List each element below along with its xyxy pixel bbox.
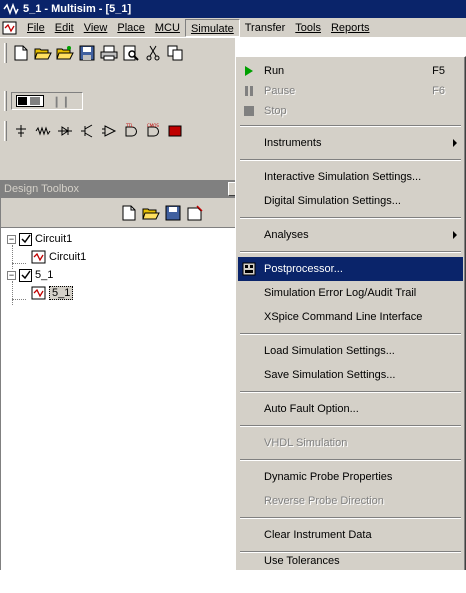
menu-file[interactable]: File — [22, 19, 50, 37]
open-icon[interactable] — [33, 43, 53, 63]
menu-separator — [240, 425, 461, 427]
basic-icon[interactable] — [33, 121, 53, 141]
svg-text:TTL: TTL — [125, 123, 134, 128]
menu-mcu[interactable]: MCU — [150, 19, 185, 37]
tree-item-circuit1-sheet[interactable]: Circuit1 — [31, 249, 86, 265]
menu-item-reverse-probe[interactable]: Reverse Probe Direction — [238, 489, 463, 513]
menu-transfer[interactable]: Transfer — [240, 19, 291, 37]
analog-icon[interactable] — [99, 121, 119, 141]
design-check-icon — [19, 268, 32, 282]
menu-simulate[interactable]: Simulate — [184, 18, 240, 37]
cmos-icon[interactable]: CMOS — [143, 121, 163, 141]
menu-item-digital-settings[interactable]: Digital Simulation Settings... — [238, 189, 463, 213]
document-menu-icon[interactable] — [0, 19, 22, 37]
tree-item-circuit1[interactable]: − Circuit1 — [7, 231, 72, 247]
simulate-switch[interactable]: ❙❙ — [11, 92, 83, 110]
menu-item-clear-instrument[interactable]: Clear Instrument Data — [238, 523, 463, 547]
pause-icon — [242, 84, 256, 98]
submenu-arrow-icon — [453, 231, 457, 239]
tree-item-5-1-sheet[interactable]: 5_1 — [31, 285, 74, 301]
svg-text:CMOS: CMOS — [147, 123, 159, 128]
toolbar-grip[interactable] — [4, 91, 7, 111]
menu-item-error-log[interactable]: Simulation Error Log/Audit Trail — [238, 281, 463, 305]
pause-shortcut: F6 — [432, 85, 445, 97]
menu-item-analyses[interactable]: Analyses — [238, 223, 463, 247]
standard-toolbar — [0, 40, 235, 66]
save-design-icon[interactable] — [163, 203, 183, 223]
title-bar: 5_1 - Multisim - [5_1] — [0, 0, 466, 18]
design-check-icon — [19, 232, 32, 246]
menu-item-instruments[interactable]: Instruments — [238, 131, 463, 155]
design-toolbox-title: Design Toolbox — [1, 180, 236, 198]
collapse-icon[interactable]: − — [7, 234, 16, 244]
transistor-icon[interactable] — [77, 121, 97, 141]
open-design-icon[interactable] — [141, 203, 161, 223]
menu-separator — [240, 159, 461, 161]
simulate-switch-toolbar: ❙❙ — [0, 88, 235, 114]
submenu-arrow-icon — [453, 139, 457, 147]
new-design-icon[interactable] — [119, 203, 139, 223]
design-toolbox: Design Toolbox − Circuit1 Circuit1 − 5_1… — [0, 180, 236, 570]
multisim-app-icon — [3, 3, 19, 15]
misc-digital-icon[interactable] — [165, 121, 185, 141]
toolbar-grip[interactable] — [4, 43, 7, 63]
menu-item-vhdl[interactable]: VHDL Simulation — [238, 431, 463, 455]
simulate-menu: Run F5 Pause F6 Stop Instruments Interac… — [235, 56, 466, 572]
bottom-area — [0, 570, 466, 593]
schematic-sheet-icon — [31, 286, 46, 300]
print-icon[interactable] — [99, 43, 119, 63]
ttl-icon[interactable]: TTL — [121, 121, 141, 141]
window-title: 5_1 - Multisim - [5_1] — [23, 3, 132, 15]
menu-item-auto-fault[interactable]: Auto Fault Option... — [238, 397, 463, 421]
menu-separator — [240, 333, 461, 335]
toolbar-grip[interactable] — [4, 121, 7, 141]
menu-place[interactable]: Place — [112, 19, 150, 37]
open-folder-icon[interactable] — [55, 43, 75, 63]
menu-item-interactive-settings[interactable]: Interactive Simulation Settings... — [238, 165, 463, 189]
design-tree: − Circuit1 Circuit1 − 5_1 5_1 — [1, 229, 236, 570]
menu-separator — [240, 125, 461, 127]
collapse-icon[interactable]: − — [7, 270, 16, 280]
diode-icon[interactable] — [55, 121, 75, 141]
source-icon[interactable] — [11, 121, 31, 141]
menu-edit[interactable]: Edit — [50, 19, 79, 37]
run-shortcut: F5 — [432, 65, 445, 77]
toolbox-toolbar — [1, 198, 236, 228]
menu-item-xspice[interactable]: XSpice Command Line Interface — [238, 305, 463, 329]
menu-separator — [240, 217, 461, 219]
menu-view[interactable]: View — [79, 19, 113, 37]
stop-icon — [242, 104, 256, 118]
menu-separator — [240, 459, 461, 461]
postprocessor-icon — [242, 262, 256, 276]
schematic-sheet-icon — [31, 250, 46, 264]
pause-switch-icon: ❙❙ — [52, 95, 71, 108]
components-toolbar: TTL CMOS — [0, 118, 235, 144]
close-design-icon[interactable] — [185, 203, 205, 223]
switch-icon — [16, 95, 44, 107]
menu-separator — [240, 391, 461, 393]
menu-separator — [240, 251, 461, 253]
new-icon[interactable] — [11, 43, 31, 63]
menu-item-postprocessor[interactable]: Postprocessor... — [238, 257, 463, 281]
print-preview-icon[interactable] — [121, 43, 141, 63]
menu-item-stop[interactable]: Stop — [238, 99, 463, 123]
menu-tools[interactable]: Tools — [290, 19, 326, 37]
save-icon[interactable] — [77, 43, 97, 63]
menu-reports[interactable]: Reports — [326, 19, 375, 37]
copy-icon[interactable] — [165, 43, 185, 63]
menu-bar: File Edit View Place MCU Simulate Transf… — [0, 18, 466, 38]
tree-item-5-1[interactable]: − 5_1 — [7, 267, 53, 283]
menu-item-dynamic-probe[interactable]: Dynamic Probe Properties — [238, 465, 463, 489]
menu-separator — [240, 517, 461, 519]
cut-icon[interactable] — [143, 43, 163, 63]
run-icon — [242, 64, 256, 78]
menu-item-save-settings[interactable]: Save Simulation Settings... — [238, 363, 463, 387]
menu-item-load-settings[interactable]: Load Simulation Settings... — [238, 339, 463, 363]
